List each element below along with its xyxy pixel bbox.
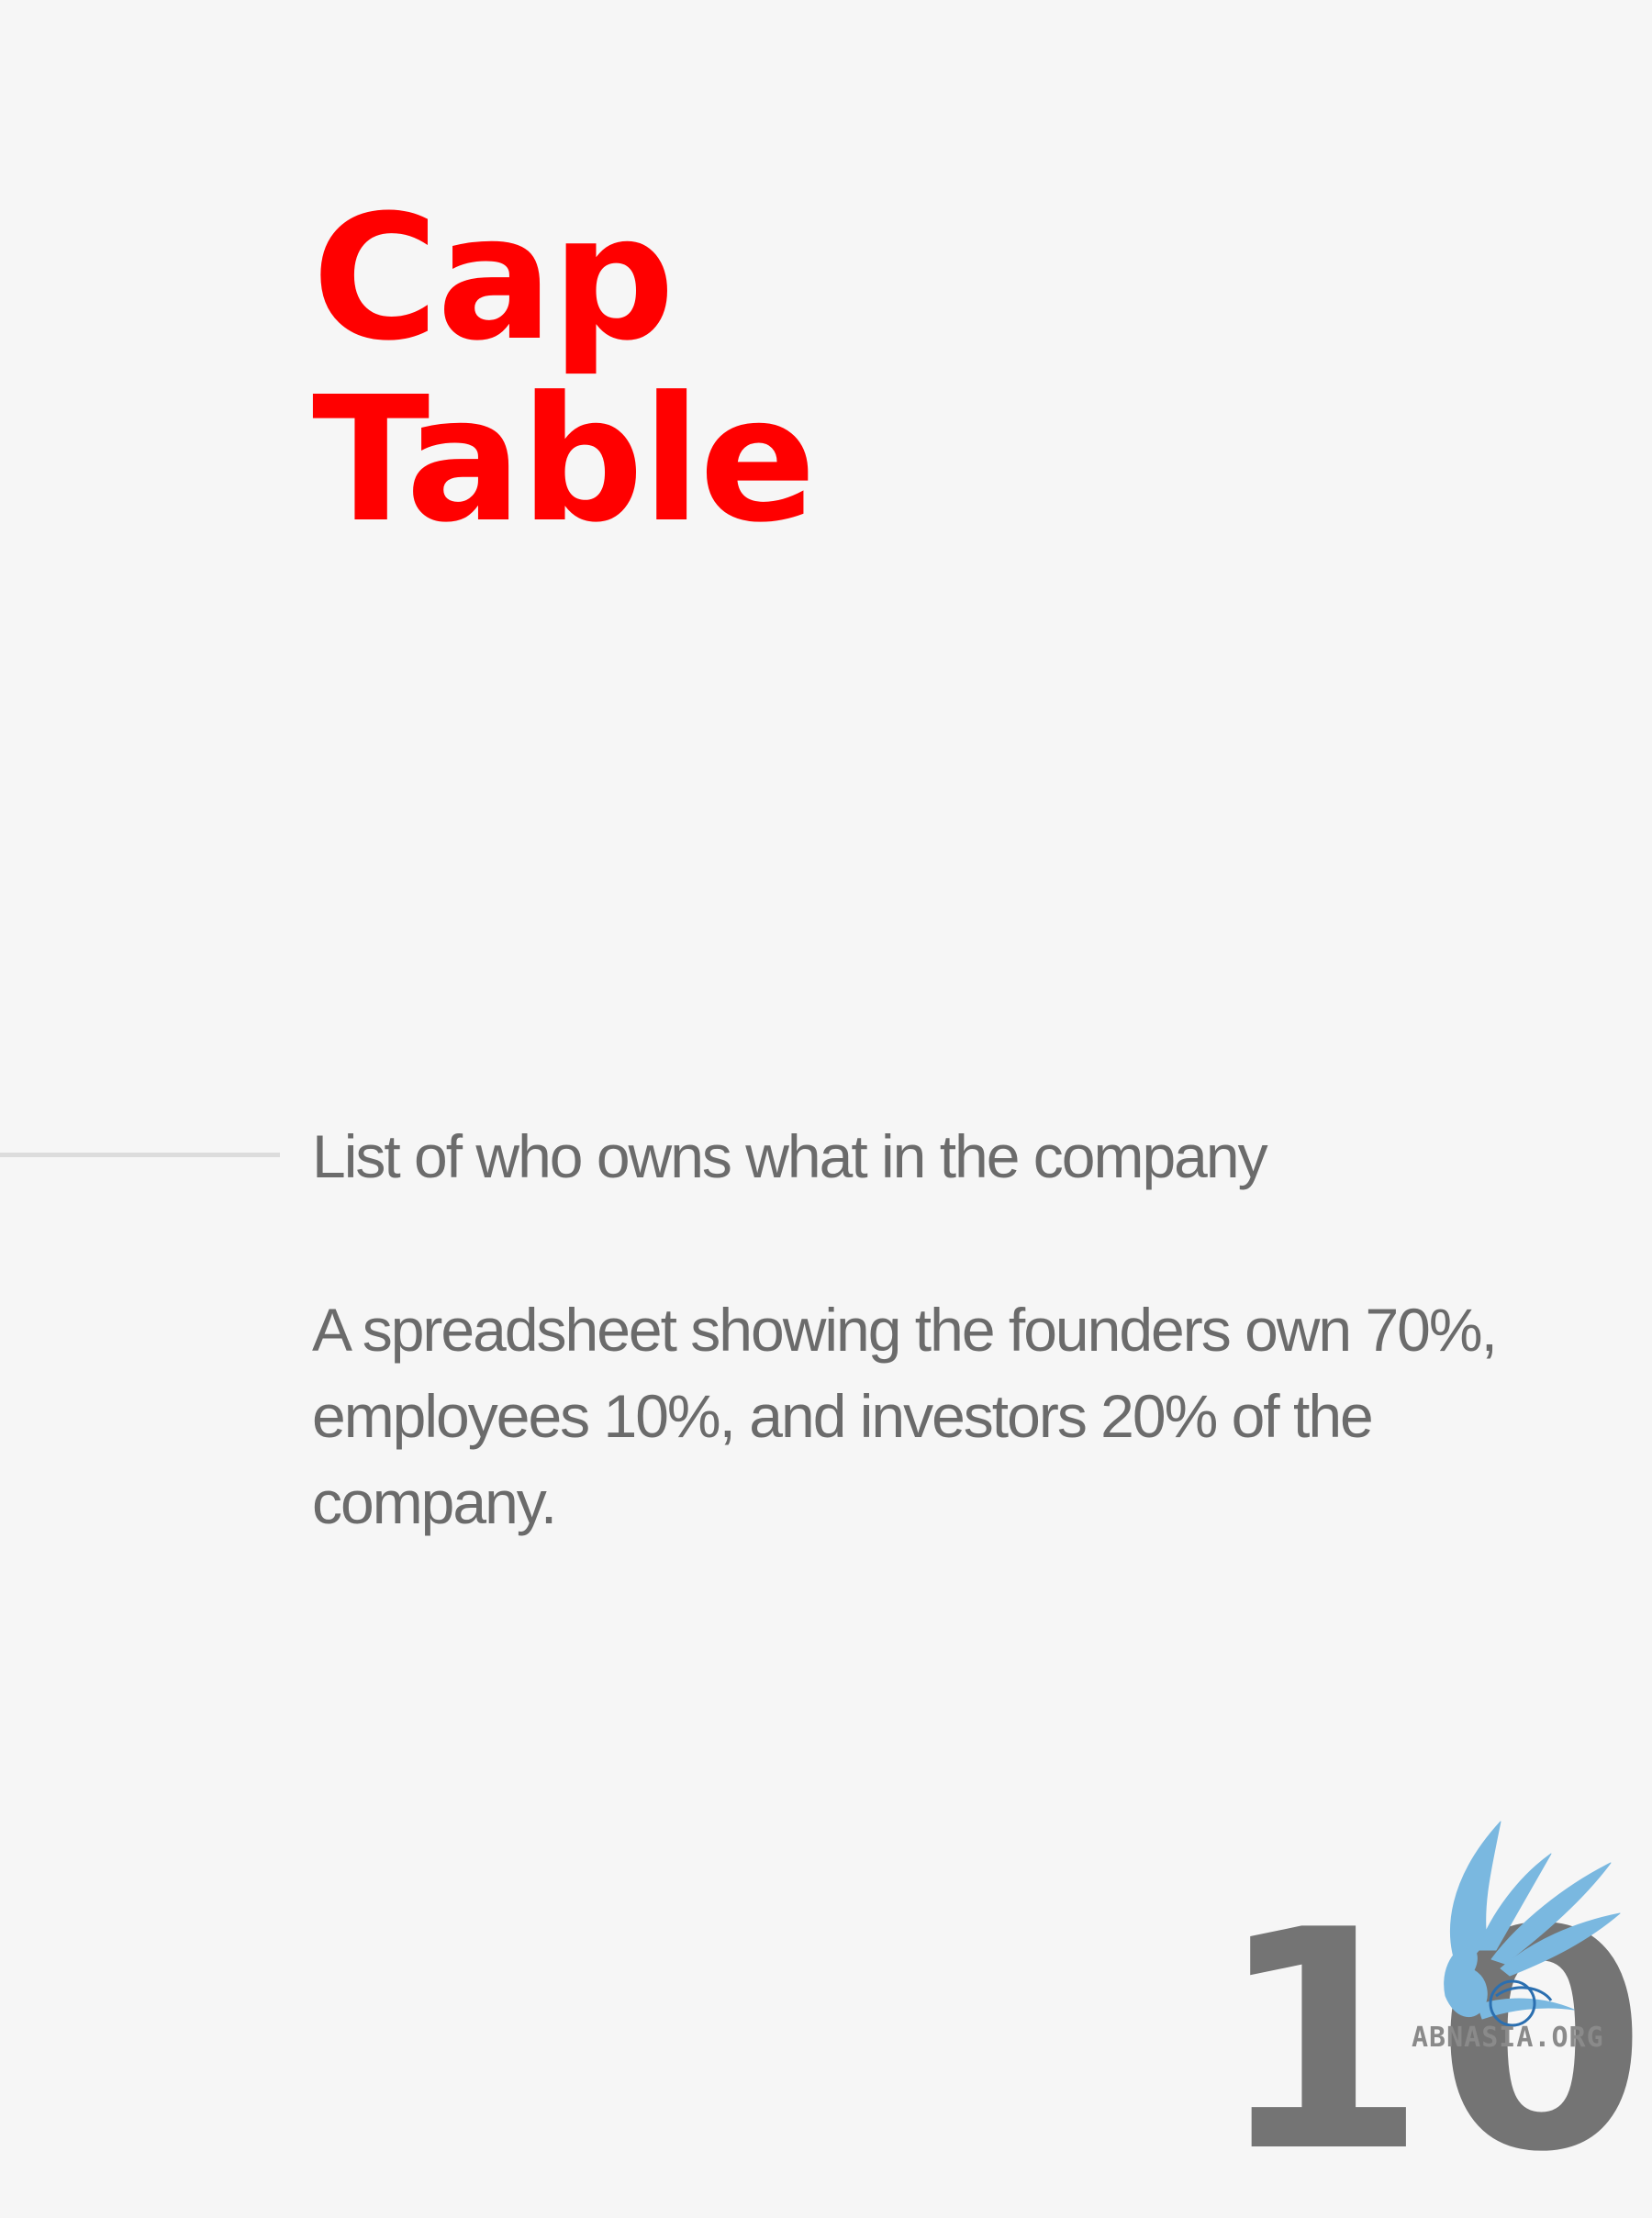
- definition-text: List of who owns what in the company: [312, 1122, 1268, 1190]
- slide-title-line-1: Cap: [312, 178, 675, 379]
- phoenix-bird-icon: [1444, 1821, 1621, 2027]
- abnasia-logo: ABNASIA.ORG: [1404, 1812, 1652, 2065]
- slide-title: Cap Table: [312, 178, 816, 561]
- slide-title-line-2: Table: [312, 360, 816, 561]
- logo-text: ABNASIA.ORG: [1412, 2022, 1604, 2054]
- example-text: A spreadsheet showing the founders own 7…: [312, 1296, 1498, 1536]
- divider-line: [0, 1153, 280, 1157]
